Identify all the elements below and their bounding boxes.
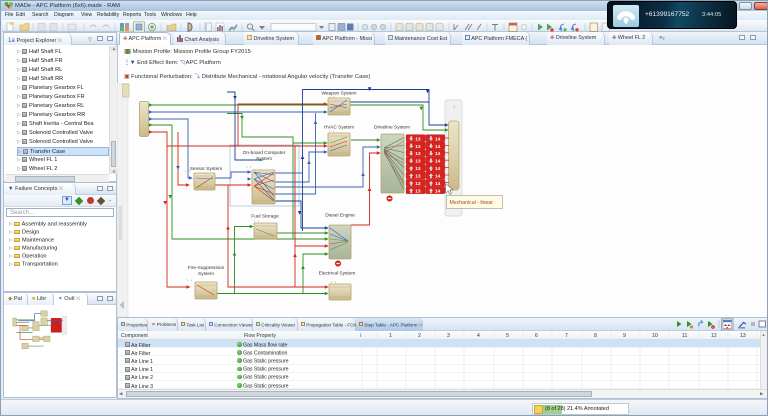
svg-text:↓: ↓	[258, 219, 260, 223]
svg-text:14: 14	[435, 181, 441, 187]
svg-text:↓: ↓	[329, 129, 331, 133]
svg-text:↓: ↓	[187, 278, 189, 282]
svg-text:Sensor System: Sensor System	[190, 166, 223, 172]
svg-text:↓: ↓	[331, 280, 333, 284]
svg-text:14: 14	[435, 188, 441, 194]
svg-text:System: System	[198, 271, 214, 277]
svg-text:↓: ↓	[254, 219, 256, 223]
svg-text:Electrical System: Electrical System	[319, 271, 356, 277]
svg-text:14: 14	[435, 174, 441, 180]
svg-text:Diesel Engine: Diesel Engine	[325, 213, 355, 219]
svg-text:14: 14	[435, 151, 441, 157]
svg-text:↓: ↓	[185, 169, 187, 173]
svg-text:↓: ↓	[189, 169, 191, 173]
svg-text:↓: ↓	[333, 95, 335, 99]
svg-text:14: 14	[435, 159, 441, 165]
svg-text:14: 14	[435, 166, 441, 172]
svg-text:1a: 1a	[8, 38, 15, 43]
svg-text:↓: ↓	[191, 278, 193, 282]
svg-text:13: 13	[415, 151, 421, 157]
svg-text:Mechanical - linear: Mechanical - linear	[450, 200, 494, 206]
svg-text:Fire-Suppression: Fire-Suppression	[188, 265, 225, 271]
svg-text:13: 13	[415, 174, 421, 180]
svg-text:↓: ↓	[250, 165, 252, 169]
svg-text:13: 13	[415, 166, 421, 172]
svg-text:Driveline System: Driveline System	[374, 125, 410, 131]
svg-text:Weapon System: Weapon System	[321, 91, 356, 97]
svg-text:13: 13	[415, 144, 421, 150]
svg-text:13: 13	[415, 159, 421, 165]
svg-text:↓: ↓	[329, 95, 331, 99]
svg-text:System: System	[256, 156, 272, 162]
svg-text:14: 14	[435, 144, 441, 150]
svg-text:13: 13	[415, 181, 421, 187]
svg-text:13: 13	[415, 136, 421, 142]
svg-text:14: 14	[435, 136, 441, 142]
svg-text:13: 13	[415, 188, 421, 194]
svg-text:↓: ↓	[333, 129, 335, 133]
svg-text:↓: ↓	[246, 165, 248, 169]
svg-text:On-board Computer: On-board Computer	[243, 150, 286, 156]
svg-text:↓: ↓	[335, 280, 337, 284]
